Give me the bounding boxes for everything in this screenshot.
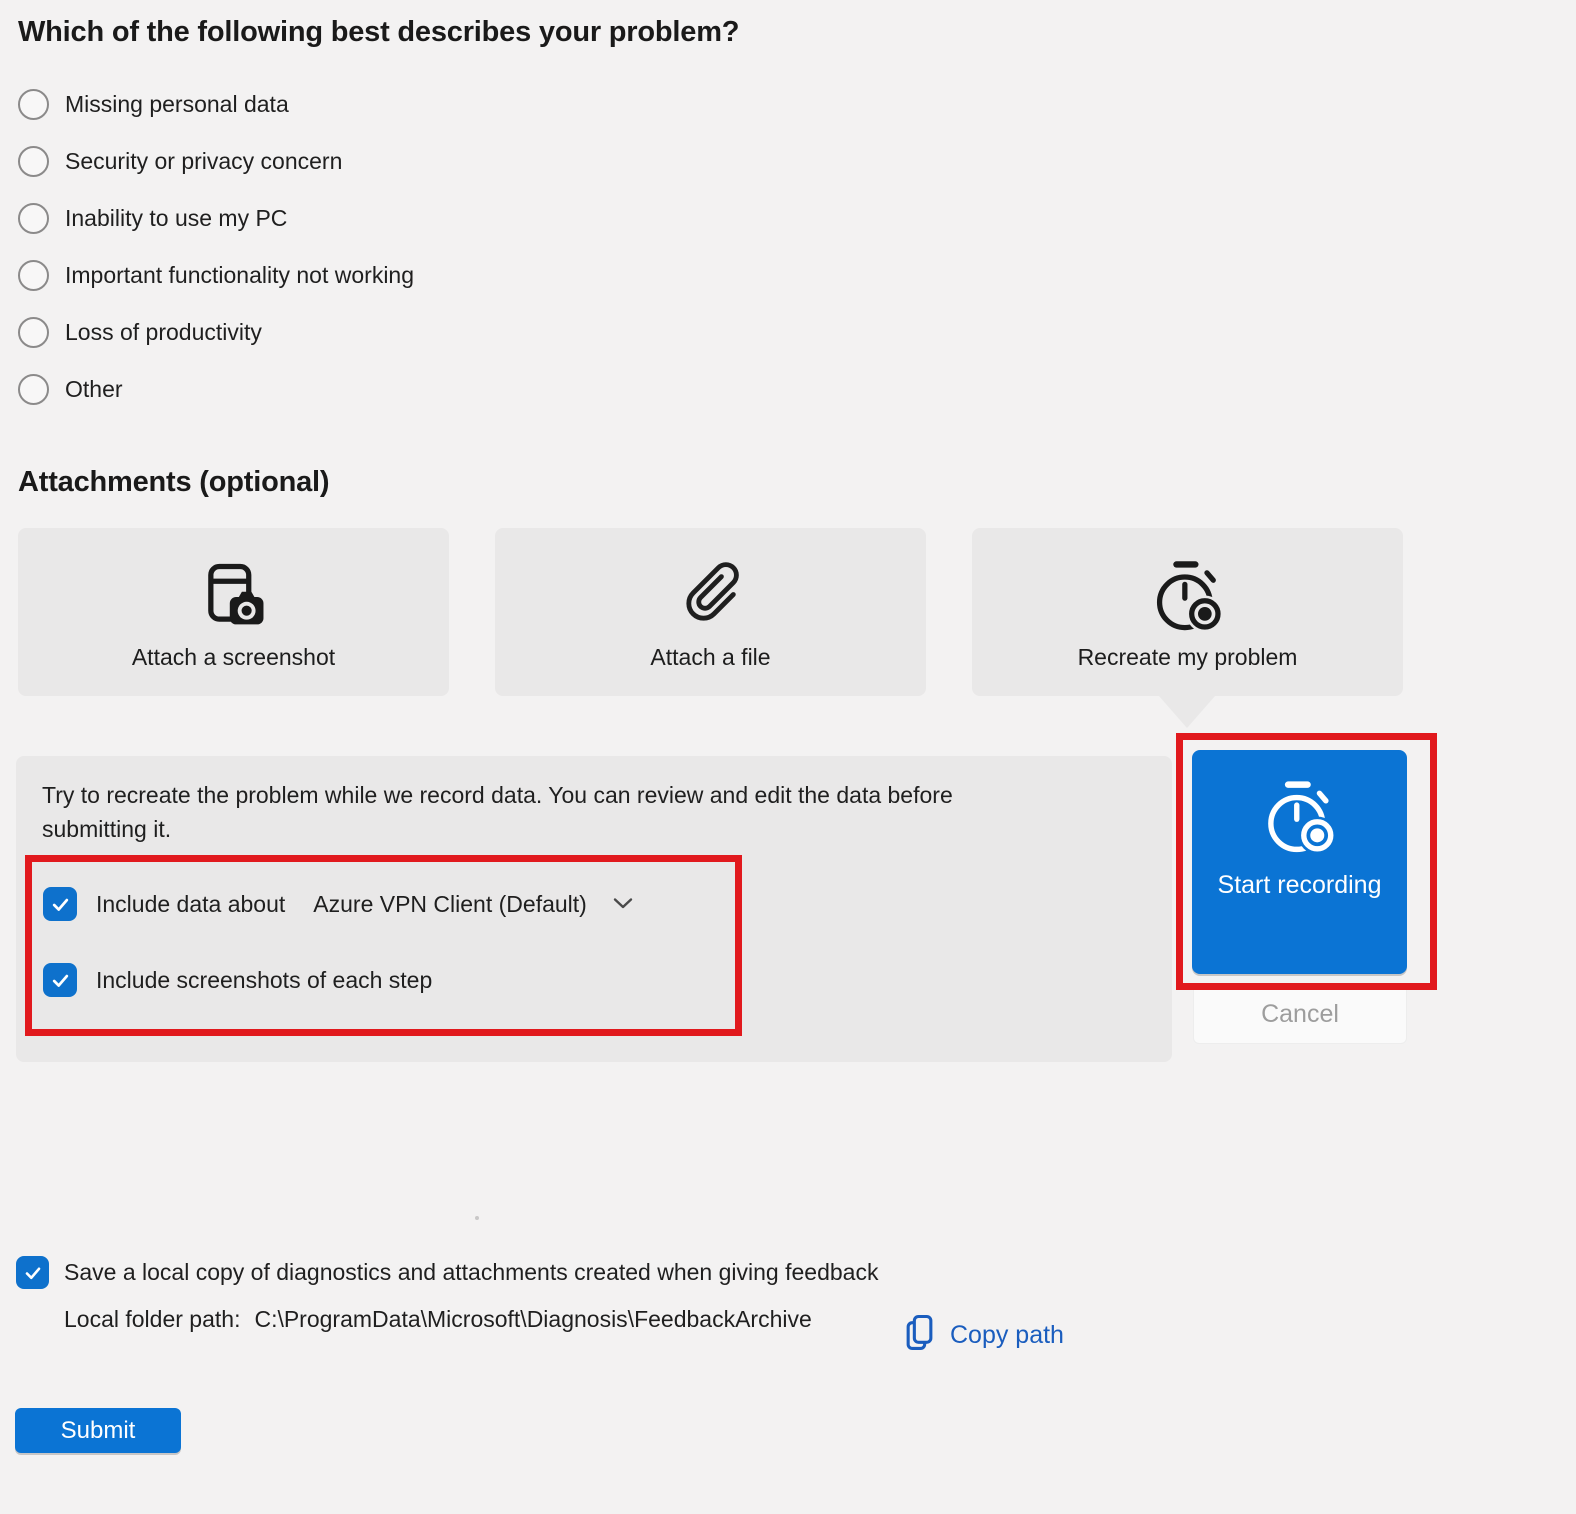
screenshot-icon: [194, 554, 274, 638]
radio-option-inability-use-pc[interactable]: Inability to use my PC: [18, 190, 414, 247]
attachments-heading: Attachments (optional): [18, 466, 330, 498]
copy-path-label: Copy path: [950, 1321, 1064, 1349]
radio-option-label: Other: [65, 376, 123, 402]
recreate-panel-description: Try to recreate the problem while we rec…: [42, 782, 953, 842]
radio-icon[interactable]: [18, 89, 49, 120]
radio-option-security-privacy[interactable]: Security or privacy concern: [18, 133, 414, 190]
page-title: Which of the following best describes yo…: [18, 16, 740, 48]
recreate-problem-label: Recreate my problem: [1077, 643, 1298, 670]
radio-icon[interactable]: [18, 374, 49, 405]
radio-option-label: Loss of productivity: [65, 319, 262, 345]
callout-pointer: [1159, 696, 1215, 728]
radio-option-other[interactable]: Other: [18, 361, 414, 418]
checkmark-icon: [52, 898, 68, 911]
local-folder-path: C:\ProgramData\Microsoft\Diagnosis\Feedb…: [254, 1306, 812, 1332]
recreate-problem-button[interactable]: Recreate my problem: [972, 528, 1403, 696]
save-local-copy-checkbox[interactable]: [16, 1256, 49, 1289]
submit-button[interactable]: Submit: [15, 1408, 181, 1453]
radio-option-functionality-not-working[interactable]: Important functionality not working: [18, 247, 414, 304]
include-data-row: Include data about Azure VPN Client (Def…: [43, 887, 633, 921]
local-folder-label: Local folder path:: [64, 1306, 241, 1332]
include-screenshots-row: Include screenshots of each step: [43, 963, 432, 997]
radio-option-missing-personal-data[interactable]: Missing personal data: [18, 76, 414, 133]
radio-option-label: Missing personal data: [65, 91, 289, 117]
include-data-checkbox[interactable]: [43, 887, 77, 921]
radio-option-loss-of-productivity[interactable]: Loss of productivity: [18, 304, 414, 361]
stopwatch-icon: [1259, 776, 1341, 863]
radio-option-label: Inability to use my PC: [65, 205, 288, 231]
screen-speck: [475, 1216, 479, 1220]
start-recording-button[interactable]: Start recording: [1192, 750, 1407, 974]
radio-option-label: Security or privacy concern: [65, 148, 343, 174]
include-screenshots-checkbox[interactable]: [43, 963, 77, 997]
checkmark-icon: [25, 1267, 40, 1279]
paperclip-icon: [671, 554, 751, 638]
app-dropdown[interactable]: Azure VPN Client (Default): [313, 891, 633, 918]
start-recording-label: Start recording: [1217, 871, 1382, 899]
include-screenshots-label: Include screenshots of each step: [96, 966, 433, 993]
cancel-label: Cancel: [1261, 999, 1339, 1028]
save-local-copy-label: Save a local copy of diagnostics and att…: [64, 1259, 879, 1285]
cancel-button[interactable]: Cancel: [1193, 984, 1407, 1044]
radio-icon[interactable]: [18, 317, 49, 348]
attach-file-label: Attach a file: [650, 643, 771, 670]
attachment-cards: Attach a screenshot Attach a file Recrea…: [18, 528, 1403, 696]
save-local-copy-row: Save a local copy of diagnostics and att…: [16, 1256, 878, 1289]
attach-screenshot-label: Attach a screenshot: [131, 643, 336, 670]
radio-option-label: Important functionality not working: [65, 262, 415, 288]
feedback-hub-page: Which of the following best describes yo…: [0, 0, 1576, 1514]
radio-icon[interactable]: [18, 146, 49, 177]
checkmark-icon: [52, 974, 68, 987]
submit-label: Submit: [60, 1416, 136, 1444]
app-dropdown-value: Azure VPN Client (Default): [313, 890, 587, 917]
attach-screenshot-button[interactable]: Attach a screenshot: [18, 528, 449, 696]
radio-icon[interactable]: [18, 203, 49, 234]
problem-options-group: Missing personal data Security or privac…: [18, 76, 414, 418]
attach-file-button[interactable]: Attach a file: [495, 528, 926, 696]
include-data-label: Include data about: [96, 890, 286, 917]
chevron-down-icon: [613, 897, 633, 915]
local-folder-row: Local folder path: C:\ProgramData\Micros…: [64, 1306, 812, 1333]
stopwatch-icon: [1148, 554, 1228, 638]
copy-path-button[interactable]: Copy path: [903, 1312, 1064, 1359]
radio-icon[interactable]: [18, 260, 49, 291]
copy-icon: [903, 1312, 936, 1359]
